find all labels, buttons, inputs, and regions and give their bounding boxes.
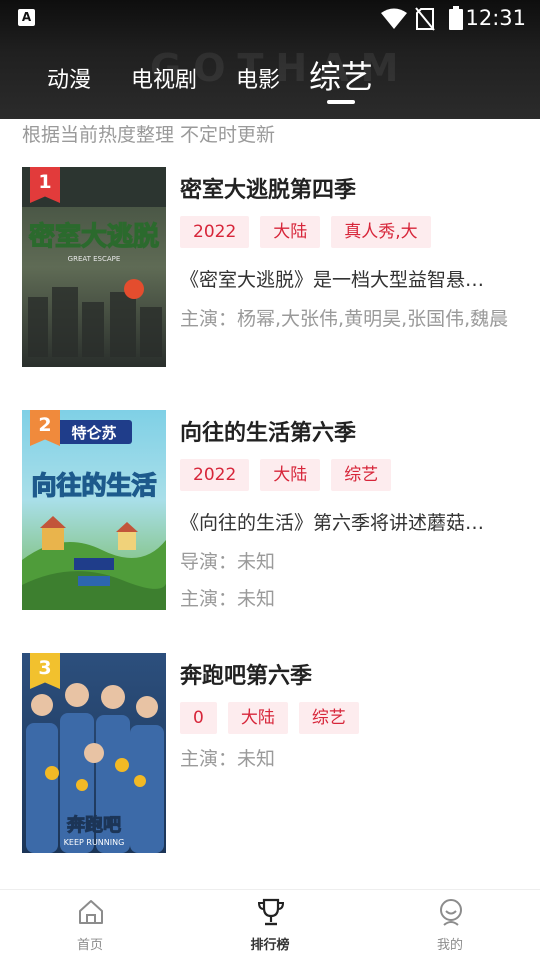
poster-image[interactable]: 密室大逃脱 GREAT ESCAPE 1 <box>22 167 166 367</box>
app-notification-icon: A <box>18 9 35 26</box>
tab-movies[interactable]: 电影 <box>236 62 280 94</box>
show-description: 《密室大逃脱》是一档大型益智悬疑推理真人秀 <box>180 269 490 291</box>
nav-profile-label: 我的 <box>436 938 463 953</box>
poster-image[interactable]: 特仑苏 向往的生活 2 <box>22 410 166 610</box>
tag-year: 2022 <box>180 216 250 248</box>
category-tabs: 动漫 电视剧 电影 综艺 <box>0 52 540 112</box>
svg-text:奔跑吧: 奔跑吧 <box>66 814 121 836</box>
bottom-navigation: 首页 排行榜 我的 <box>0 889 540 961</box>
status-time: 12:31 <box>465 6 526 30</box>
tag-year: 2022 <box>180 459 250 491</box>
poster-image[interactable]: 奔跑吧 KEEP RUNNING 3 <box>22 653 166 853</box>
list-item[interactable]: 奔跑吧 KEEP RUNNING 3 奔跑吧第六季 0 大陆 综艺 主演：未知 <box>22 653 522 854</box>
tag-genre: 真人秀,大 <box>331 216 431 248</box>
svg-text:GREAT ESCAPE: GREAT ESCAPE <box>68 255 121 263</box>
show-cast: 主演：杨幂,大张伟,黄明昊,张国伟,魏晨 <box>180 308 509 330</box>
status-bar: A 12:31 <box>0 0 540 36</box>
show-description: 《向往的生活》第六季将讲述蘑菇屋的故事 <box>180 512 490 534</box>
svg-text:向往的生活: 向往的生活 <box>31 471 156 500</box>
show-title[interactable]: 奔跑吧第六季 <box>180 658 312 690</box>
show-title[interactable]: 向往的生活第六季 <box>180 415 356 447</box>
no-sim-icon <box>415 7 435 31</box>
show-title[interactable]: 密室大逃脱第四季 <box>180 172 356 204</box>
nav-ranking[interactable]: 排行榜 <box>180 890 360 961</box>
nav-home[interactable]: 首页 <box>0 890 180 961</box>
profile-icon <box>440 899 462 926</box>
home-icon <box>79 900 103 924</box>
tab-anime[interactable]: 动漫 <box>47 62 91 94</box>
svg-text:特仑苏: 特仑苏 <box>71 424 116 442</box>
tag-row: 2022 大陆 真人秀,大 <box>180 216 431 248</box>
nav-ranking-label: 排行榜 <box>250 938 290 953</box>
battery-icon <box>449 6 463 30</box>
svg-text:密室大逃脱: 密室大逃脱 <box>29 221 159 252</box>
tag-row: 0 大陆 综艺 <box>180 702 359 734</box>
tag-region: 大陆 <box>260 216 321 248</box>
show-cast: 主演：未知 <box>180 748 276 770</box>
trophy-icon <box>257 898 285 926</box>
active-tab-indicator <box>327 100 355 104</box>
svg-text:KEEP RUNNING: KEEP RUNNING <box>64 838 125 847</box>
show-director: 导演：未知 <box>180 551 276 573</box>
list-item[interactable]: 特仑苏 向往的生活 2 向往的生活第六季 2022 大陆 综艺 《向往的生活》第… <box>22 410 522 611</box>
nav-profile[interactable]: 我的 <box>360 890 540 961</box>
tab-variety[interactable]: 综艺 <box>309 52 373 98</box>
ranking-subtitle: 根据当前热度整理 不定时更新 <box>22 124 276 146</box>
tag-row: 2022 大陆 综艺 <box>180 459 392 491</box>
list-item[interactable]: 密室大逃脱 GREAT ESCAPE 1 密室大逃脱第四季 2022 大陆 真人… <box>22 167 522 368</box>
tag-region: 大陆 <box>227 702 288 734</box>
wifi-icon <box>381 8 407 29</box>
tag-genre: 综艺 <box>331 459 392 491</box>
header: GOTHAM A 12:31 动漫 电视剧 电影 综艺 <box>0 0 540 119</box>
tag-genre: 综艺 <box>298 702 359 734</box>
tag-region: 大陆 <box>260 459 321 491</box>
show-cast: 主演：未知 <box>180 588 276 610</box>
tag-year: 0 <box>180 702 217 734</box>
nav-home-label: 首页 <box>76 938 103 953</box>
tab-tv-series[interactable]: 电视剧 <box>131 62 197 94</box>
